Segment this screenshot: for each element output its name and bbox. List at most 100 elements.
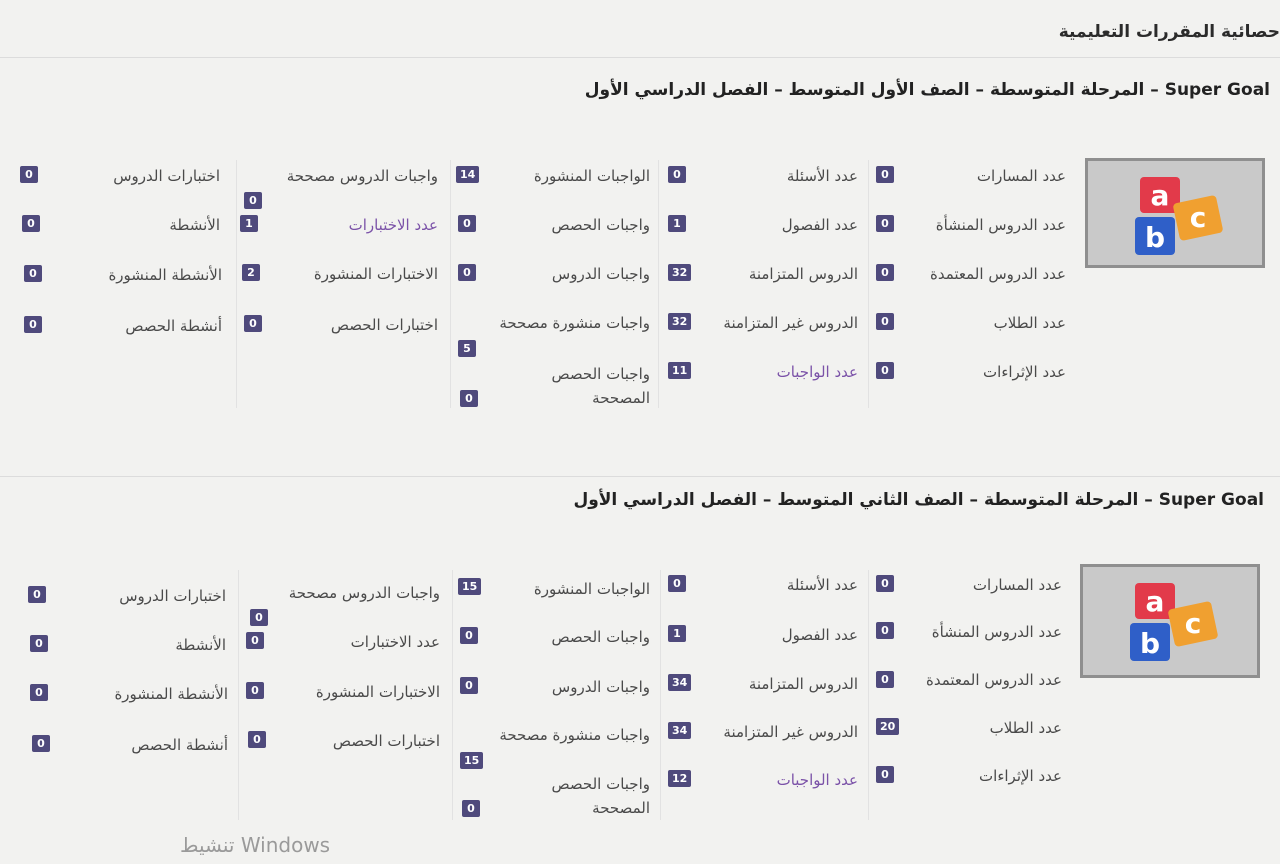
stat-value-badge: 0	[876, 264, 894, 281]
stat-value-badge: 20	[876, 718, 900, 735]
stat-value-badge: 1	[240, 215, 258, 232]
page-title: حصائية المقررات التعليمية	[1058, 22, 1280, 42]
stat-value-badge: 0	[876, 766, 894, 783]
stat-label: واجبات الحصص المصححة	[551, 365, 650, 407]
stat-value-badge: 15	[460, 752, 484, 769]
stat-value-badge: 0	[244, 192, 262, 209]
section-title: المرحلة المتوسطة – الصف الأول المتوسط – …	[584, 80, 1270, 100]
stat-link[interactable]: عدد الواجبات	[777, 363, 858, 381]
stat-label: عدد المسارات	[976, 167, 1066, 185]
stat-link[interactable]: عدد الاختبارات	[349, 216, 438, 234]
stat-value-badge: 0	[876, 622, 894, 639]
stat-label: أنشطة الحصص	[131, 736, 228, 754]
column-divider	[450, 160, 451, 408]
stat-label: أنشطة الحصص	[125, 317, 222, 335]
svg-text:b: b	[1145, 221, 1165, 254]
stat-value-badge: 0	[246, 632, 264, 649]
stat-value-badge: 2	[242, 264, 260, 281]
stat-label: عدد الأسئلة	[786, 167, 858, 185]
column-divider	[236, 160, 237, 408]
stat-value-badge: 0	[244, 315, 262, 332]
stat-value-badge: 0	[30, 635, 48, 652]
stat-label: الدروس المتزامنة	[748, 265, 858, 283]
stat-value-badge: 0	[28, 586, 46, 603]
stat-label: واجبات منشورة مصححة	[499, 726, 650, 744]
stat-label: اختبارات الحصص	[332, 732, 440, 750]
stat-value-badge: 0	[668, 166, 686, 183]
stat-label: عدد الإثراءات	[979, 767, 1062, 785]
stat-label: اختبارات الدروس	[113, 167, 220, 185]
stat-value-badge: 0	[462, 800, 480, 817]
column-divider	[868, 160, 869, 408]
stat-label: عدد الدروس المنشأة	[931, 623, 1062, 641]
svg-text:c: c	[1185, 607, 1202, 640]
stat-value-badge: 15	[458, 578, 482, 595]
stat-label: واجبات الدروس	[551, 265, 650, 283]
stat-value-badge: 32	[668, 264, 692, 281]
abc-blocks-icon: a b c	[1135, 177, 1223, 255]
stat-label: واجبات الحصص	[551, 216, 650, 234]
stat-label: الاختبارات المنشورة	[313, 265, 438, 283]
stat-value-badge: 0	[460, 677, 478, 694]
stat-label: واجبات الدروس	[551, 678, 650, 696]
column-divider	[452, 570, 453, 820]
stat-value-badge: 0	[24, 316, 42, 333]
stat-value-badge: 0	[30, 684, 48, 701]
stat-label: عدد الطلاب	[993, 314, 1066, 332]
stat-label: عدد الدروس المعتمدة	[929, 265, 1066, 283]
course-thumbnail-abc[interactable]: a b c	[1080, 564, 1260, 678]
stat-value-badge: 5	[458, 340, 476, 357]
stat-value-badge: 0	[24, 265, 42, 282]
stat-label: عدد الإثراءات	[983, 363, 1066, 381]
stat-label: الأنشطة المنشورة	[108, 266, 222, 284]
course-thumbnail-abc[interactable]: a b c	[1085, 158, 1265, 268]
stat-label: الدروس المتزامنة	[748, 675, 858, 693]
svg-text:b: b	[1140, 627, 1160, 660]
stat-label: واجبات الحصص المصححة	[551, 775, 650, 817]
stat-link[interactable]: عدد الواجبات	[777, 771, 858, 789]
column-divider	[658, 160, 659, 408]
svg-text:a: a	[1146, 585, 1165, 618]
stat-label: اختبارات الحصص	[330, 316, 438, 334]
stat-value-badge: 0	[458, 264, 476, 281]
stat-label: عدد الدروس المنشأة	[935, 216, 1066, 234]
section-divider	[0, 476, 1280, 477]
stat-value-badge: 0	[250, 609, 268, 626]
stat-label: واجبات منشورة مصححة	[499, 314, 650, 332]
stat-label: الأنشطة	[175, 636, 226, 654]
stat-label: واجبات الدروس مصححة	[288, 584, 440, 602]
abc-blocks-icon: a b c	[1130, 583, 1218, 661]
stat-value-badge: 0	[876, 313, 894, 330]
stat-value-badge: 0	[876, 575, 894, 592]
stat-value-badge: 0	[22, 215, 40, 232]
stat-value-badge: 1	[668, 625, 686, 642]
stat-value-badge: 0	[32, 735, 50, 752]
column-divider	[660, 570, 661, 820]
stat-label: عدد الاختبارات	[350, 633, 440, 651]
stat-value-badge: 0	[876, 362, 894, 379]
stat-value-badge: 12	[668, 770, 692, 787]
stat-value-badge: 0	[876, 671, 894, 688]
stat-label: اختبارات الدروس	[119, 587, 226, 605]
stat-value-badge: 1	[668, 215, 686, 232]
stat-label: عدد الفصول	[781, 626, 858, 644]
stat-value-badge: 0	[248, 731, 266, 748]
stat-label: الدروس غير المتزامنة	[723, 723, 858, 741]
stat-label: الأنشطة	[169, 216, 220, 234]
stat-value-badge: 14	[456, 166, 480, 183]
windows-activation-watermark: تنشيط Windows	[180, 833, 331, 857]
stat-value-badge: 0	[20, 166, 38, 183]
stat-value-badge: 34	[668, 722, 692, 739]
stat-value-badge: 11	[668, 362, 692, 379]
stat-label: الواجبات المنشورة	[533, 580, 650, 598]
stat-value-badge: 0	[668, 575, 686, 592]
column-divider	[238, 570, 239, 820]
stat-label: الاختبارات المنشورة	[315, 683, 440, 701]
stat-label: عدد الدروس المعتمدة	[925, 671, 1062, 689]
stat-value-badge: 0	[246, 682, 264, 699]
svg-text:c: c	[1190, 201, 1207, 234]
section-title: المرحلة المتوسطة – الصف الثاني المتوسط –…	[573, 490, 1264, 510]
stat-label: واجبات الحصص	[551, 628, 650, 646]
stat-label: الأنشطة المنشورة	[114, 685, 228, 703]
stat-value-badge: 0	[876, 215, 894, 232]
